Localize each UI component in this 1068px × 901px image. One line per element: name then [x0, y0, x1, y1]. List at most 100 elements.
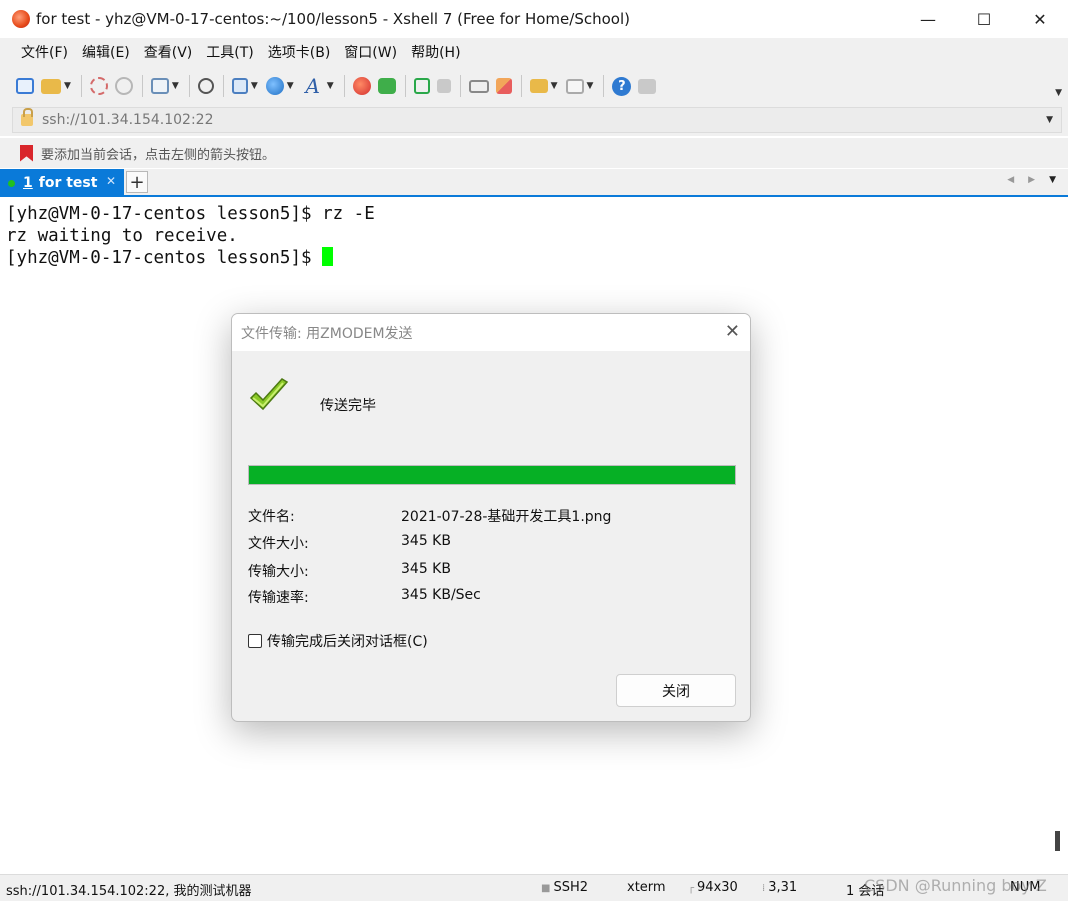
- globe-dropdown-icon[interactable]: ▼: [287, 81, 294, 91]
- terminal-cursor: [322, 247, 334, 266]
- toolbar-separator: [520, 75, 522, 97]
- toolbar-overflow-icon[interactable]: ▼: [1055, 88, 1062, 98]
- menu-window[interactable]: 窗口(W): [337, 38, 404, 68]
- dialog-close-icon[interactable]: ✕: [725, 321, 740, 342]
- protocol-value: SSH2: [553, 880, 589, 895]
- keyboard-icon[interactable]: [468, 79, 489, 93]
- new-tab-icon[interactable]: [529, 79, 548, 93]
- properties-dropdown-icon[interactable]: ▼: [172, 81, 179, 91]
- xftp-icon[interactable]: [377, 78, 396, 94]
- session-info: ssh://101.34.154.102:22, 我的测试机器: [6, 884, 252, 899]
- fullscreen-icon[interactable]: [413, 78, 430, 94]
- window-controls: — ☐ ✕: [900, 0, 1068, 38]
- tab-for-test[interactable]: 1 for test ✕: [0, 169, 124, 197]
- xshell-icon[interactable]: [352, 77, 371, 95]
- menu-bar: 文件(F) 编辑(E) 查看(V) 工具(T) 选项卡(B) 窗口(W) 帮助(…: [0, 38, 1068, 68]
- tab-scroll-right-icon[interactable]: ▶: [1028, 175, 1035, 185]
- terminal-prompt: [yhz@VM-0-17-centos lesson5]$: [6, 248, 323, 268]
- toolbar-separator: [343, 75, 345, 97]
- address-bar: ssh://101.34.154.102:22 ▼: [0, 104, 1068, 136]
- address-field[interactable]: ssh://101.34.154.102:22 ▼: [12, 107, 1062, 133]
- terminal-type: xterm: [627, 880, 666, 895]
- filesize-value: 345 KB: [401, 533, 451, 549]
- chat-icon[interactable]: [638, 78, 657, 94]
- watermark: CSDN @Running boy Z: [864, 876, 1047, 895]
- open-folder-dropdown-icon[interactable]: ▼: [64, 81, 71, 91]
- open-folder-icon[interactable]: [41, 78, 61, 94]
- menu-tools[interactable]: 工具(T): [199, 38, 260, 68]
- menu-view[interactable]: 查看(V): [137, 38, 200, 68]
- search-icon[interactable]: [197, 78, 214, 94]
- menu-tabs[interactable]: 选项卡(B): [261, 38, 338, 68]
- properties-icon[interactable]: [150, 78, 169, 94]
- menu-help[interactable]: 帮助(H): [404, 38, 467, 68]
- lock-icon[interactable]: [436, 79, 451, 93]
- terminal-size: 94x30: [697, 880, 738, 895]
- connected-status-icon: [8, 179, 15, 187]
- tab-bar: 1 for test ✕ + ◀ ▶ ▼: [0, 169, 1068, 197]
- tab-close-icon[interactable]: ✕: [106, 174, 116, 188]
- cursor-position-item: ⁞ 3,31: [762, 880, 797, 895]
- transfer-status: 传送完毕: [320, 398, 376, 414]
- add-tab-button[interactable]: +: [126, 171, 148, 193]
- window-titlebar: for test - yhz@VM-0-17-centos:~/100/less…: [0, 0, 1068, 38]
- toolbar-separator: [222, 75, 224, 97]
- resize-icon: ┌: [688, 883, 695, 894]
- dialog-titlebar: 文件传输: 用ZMODEM发送 ✕: [232, 314, 750, 351]
- maximize-button[interactable]: ☐: [956, 0, 1012, 38]
- close-on-complete-checkbox[interactable]: [248, 634, 262, 648]
- terminal-scrollbar-thumb[interactable]: [1055, 831, 1060, 851]
- highlight-icon[interactable]: [495, 78, 512, 94]
- terminal-line: [yhz@VM-0-17-centos lesson5]$ rz -E: [6, 204, 375, 224]
- close-on-complete-label: 传输完成后关闭对话框(C): [267, 634, 428, 650]
- window-title: for test - yhz@VM-0-17-centos:~/100/less…: [36, 10, 630, 28]
- cursor-position: 3,31: [768, 880, 798, 895]
- rate-label: 传输速率:: [248, 590, 309, 606]
- hint-bar: 要添加当前会话，点击左侧的箭头按钮。: [0, 138, 1068, 168]
- tab-list-dropdown-icon[interactable]: ▼: [1049, 175, 1056, 185]
- layout-icon[interactable]: [565, 78, 584, 94]
- close-dialog-button[interactable]: 关闭: [616, 674, 736, 707]
- dialog-title: 文件传输: 用ZMODEM发送: [241, 325, 413, 342]
- tab-label: 1 for test: [23, 175, 97, 191]
- tab-title: for test: [38, 175, 98, 191]
- new-session-icon[interactable]: [16, 78, 34, 94]
- help-icon[interactable]: ?: [612, 76, 632, 96]
- progress-bar: [248, 465, 736, 485]
- transfer-dropdown-icon[interactable]: ▼: [251, 81, 258, 91]
- layout-dropdown-icon[interactable]: ▼: [587, 81, 594, 91]
- toolbar-separator: [188, 75, 190, 97]
- file-transfer-dialog: 文件传输: 用ZMODEM发送 ✕ 传送完毕 文件名: 2021-07-28-基…: [231, 313, 751, 722]
- terminal-line: rz waiting to receive.: [6, 226, 238, 246]
- toolbar: ▼ ▼ ▼ ▼ A ▼ ▼ ▼ ? ▼: [0, 68, 1068, 104]
- menu-file[interactable]: 文件(F): [14, 38, 75, 68]
- address-dropdown-icon[interactable]: ▼: [1046, 115, 1053, 125]
- globe-icon[interactable]: [265, 77, 284, 95]
- toolbar-separator: [80, 75, 82, 97]
- protocol-item: ■ SSH2: [541, 880, 588, 895]
- font-icon[interactable]: A: [302, 74, 324, 98]
- tab-navigation: ◀ ▶ ▼: [1007, 175, 1056, 185]
- toolbar-separator: [459, 75, 461, 97]
- terminal-size-item: ┌ 94x30: [688, 880, 738, 895]
- toolbar-separator: [603, 75, 605, 97]
- progress-fill: [249, 466, 735, 484]
- font-dropdown-icon[interactable]: ▼: [327, 81, 334, 91]
- bookmark-arrow-icon[interactable]: [20, 144, 33, 162]
- tab-scroll-left-icon[interactable]: ◀: [1007, 175, 1014, 185]
- disconnect-icon[interactable]: [114, 77, 133, 95]
- checkmark-icon: [249, 378, 289, 411]
- transfer-icon[interactable]: [231, 78, 248, 94]
- close-window-button[interactable]: ✕: [1012, 0, 1068, 38]
- address-value: ssh://101.34.154.102:22: [42, 112, 214, 128]
- transferred-value: 345 KB: [401, 561, 451, 577]
- menu-edit[interactable]: 编辑(E): [75, 38, 137, 68]
- close-on-complete-option[interactable]: 传输完成后关闭对话框(C): [248, 631, 428, 651]
- reconnect-icon[interactable]: [89, 77, 108, 95]
- new-tab-dropdown-icon[interactable]: ▼: [551, 81, 558, 91]
- filename-label: 文件名:: [248, 509, 295, 525]
- toolbar-separator: [141, 75, 143, 97]
- minimize-button[interactable]: —: [900, 0, 956, 38]
- hint-text: 要添加当前会话，点击左侧的箭头按钮。: [41, 147, 276, 163]
- filesize-label: 文件大小:: [248, 536, 309, 552]
